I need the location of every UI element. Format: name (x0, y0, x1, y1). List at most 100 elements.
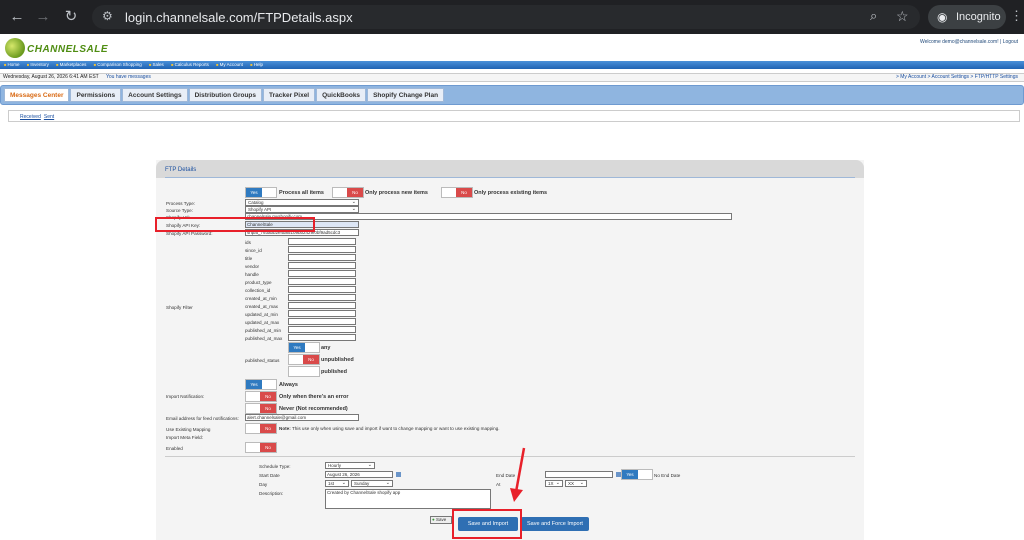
filter-handle-label: handle (245, 272, 259, 277)
enabled-toggle[interactable]: No (245, 442, 277, 453)
weekday-select[interactable]: Sunday ⌄ (351, 480, 393, 487)
start-date-input[interactable]: August 26, 2026 (325, 471, 393, 478)
chevron-down-icon: ⌄ (367, 462, 372, 468)
filter-vendor-label: vendor (245, 264, 260, 269)
process-new-toggle[interactable]: No (332, 187, 364, 198)
filter-ids-input[interactable] (288, 238, 356, 245)
filter-collection-id-input[interactable] (288, 286, 356, 293)
toggle-yes: Yes (246, 188, 262, 197)
existing-mapping-toggle[interactable]: No (245, 423, 277, 434)
import-notification-label: Import Notification: (166, 394, 205, 399)
menu-inventory[interactable]: Inventory (27, 62, 49, 67)
menu-marketplaces[interactable]: Marketplaces (56, 62, 86, 67)
browser-toolbar: ← → ↻ ⚙ login.channelsale.com/FTPDetails… (0, 0, 1024, 34)
tab-distribution-groups[interactable]: Distribution Groups (188, 88, 262, 102)
incognito-badge[interactable]: ◉ Incognito (928, 5, 1006, 29)
toggle-no: No (303, 355, 319, 364)
reload-icon[interactable]: ↻ (62, 8, 80, 26)
filter-handle-input[interactable] (288, 270, 356, 277)
menu-home[interactable]: Home (4, 62, 20, 67)
process-type-select[interactable]: Catalog ⌄ (245, 199, 359, 206)
process-existing-toggle[interactable]: No (441, 187, 473, 198)
no-end-date-toggle[interactable]: Yes (621, 469, 653, 480)
mapping-note-bold: Note: (279, 426, 291, 431)
toggle-yes: Yes (246, 380, 262, 389)
save-and-force-import-button[interactable]: Save and Force Import (521, 517, 589, 531)
back-icon[interactable]: ← (8, 8, 26, 26)
source-type-select[interactable]: Shopify API ⌄ (245, 206, 359, 213)
tab-tracker-pixel[interactable]: Tracker Pixel (263, 88, 316, 102)
start-date-label: Start Date (259, 473, 280, 478)
zoom-icon[interactable]: ⌕ (870, 8, 877, 24)
filter-created-max-input[interactable] (288, 302, 356, 309)
description-textarea[interactable]: Created by ChannelSale shopify app (325, 489, 491, 509)
filter-product-type-input[interactable] (288, 278, 356, 285)
menu-calculus-reports[interactable]: Calculus Reports (171, 62, 209, 67)
process-all-toggle[interactable]: Yes (245, 187, 277, 198)
process-existing-label: Only process existing items (474, 190, 548, 196)
messages-link[interactable]: You have messages (106, 74, 151, 80)
status-any-toggle[interactable]: Yes (288, 342, 320, 353)
site-info-icon[interactable]: ⚙ (102, 9, 113, 23)
menu-comparison-shopping[interactable]: Comparison Shopping (94, 62, 142, 67)
no-end-date-label: No End Date (654, 473, 681, 478)
breadcrumb[interactable]: > My Account > Account Settings > FTP/HT… (896, 74, 1018, 81)
at-hour-select[interactable]: 1X ⌄ (545, 480, 563, 487)
settings-tabs: Messages Center Permissions Account Settin… (0, 85, 1024, 105)
tab-shopify-change-plan[interactable]: Shopify Change Plan (367, 88, 445, 102)
schedule-type-select[interactable]: Hourly ⌄ (325, 462, 375, 469)
annotation-arrow (510, 447, 526, 502)
address-bar[interactable]: ⚙ login.channelsale.com/FTPDetails.aspx … (92, 5, 920, 29)
calendar-icon[interactable] (396, 472, 401, 477)
menu-sales[interactable]: Sales (149, 62, 164, 67)
notify-never-toggle[interactable]: No (245, 403, 277, 414)
import-meta-label: Import Meta Field: (166, 435, 204, 440)
bookmark-star-icon[interactable]: ☆ (896, 8, 909, 25)
notify-error-label: Only when there's an error (279, 394, 349, 400)
toggle-yes: Yes (289, 343, 305, 352)
notify-always-toggle[interactable]: Yes (245, 379, 277, 390)
menu-my-account[interactable]: My Account (216, 62, 243, 67)
end-date-input[interactable] (545, 471, 613, 478)
toggle-no: No (456, 188, 472, 197)
filter-vendor-input[interactable] (288, 262, 356, 269)
filter-created-min-input[interactable] (288, 294, 356, 301)
status-unpublished-toggle[interactable]: No (288, 354, 320, 365)
chevron-down-icon: ⌄ (555, 480, 560, 486)
tab-quickbooks[interactable]: QuickBooks (316, 88, 367, 102)
email-input[interactable]: alert.channelsale@gmail.com (245, 414, 359, 421)
filter-collection-id-label: collection_id (245, 288, 271, 293)
panel-title: FTP Details (165, 167, 197, 173)
logout-link[interactable]: Logout (1003, 39, 1018, 45)
received-link[interactable]: Received (20, 114, 41, 120)
sent-link[interactable]: Sent (44, 114, 54, 120)
forward-icon[interactable]: → (34, 8, 52, 26)
status-published-toggle[interactable] (288, 366, 320, 377)
filter-title-label: title (245, 256, 253, 261)
source-type-value: Shopify API (248, 207, 272, 212)
incognito-icon: ◉ (937, 10, 948, 24)
filter-since-id-label: since_id (245, 248, 262, 253)
filter-published-min-label: published_at_min (245, 328, 282, 333)
filter-updated-max-input[interactable] (288, 318, 356, 325)
filter-published-min-input[interactable] (288, 326, 356, 333)
notify-error-toggle[interactable]: No (245, 391, 277, 402)
menu-icon[interactable]: ⋮ (1010, 8, 1023, 24)
tab-messages-center[interactable]: Messages Center (4, 88, 70, 102)
menu-help[interactable]: Help (250, 62, 263, 67)
filter-updated-min-input[interactable] (288, 310, 356, 317)
filter-title-input[interactable] (288, 254, 356, 261)
filter-since-id-input[interactable] (288, 246, 356, 253)
email-label: Email address for feed notifications: (166, 416, 239, 421)
tab-permissions[interactable]: Permissions (70, 88, 122, 102)
day-select[interactable]: 1st ⌄ (325, 480, 349, 487)
status-any-label: any (321, 345, 331, 351)
save-button[interactable]: ● Save (430, 516, 452, 524)
toggle-no: No (260, 424, 276, 433)
filter-published-max-input[interactable] (288, 334, 356, 341)
at-minute-select[interactable]: XX ⌄ (565, 480, 587, 487)
shopify-url-input[interactable]: channelsale.myshopify.com (245, 213, 732, 220)
api-key-highlight (155, 217, 315, 232)
tab-account-settings[interactable]: Account Settings (122, 88, 188, 102)
chevron-down-icon: ⌄ (385, 480, 390, 486)
